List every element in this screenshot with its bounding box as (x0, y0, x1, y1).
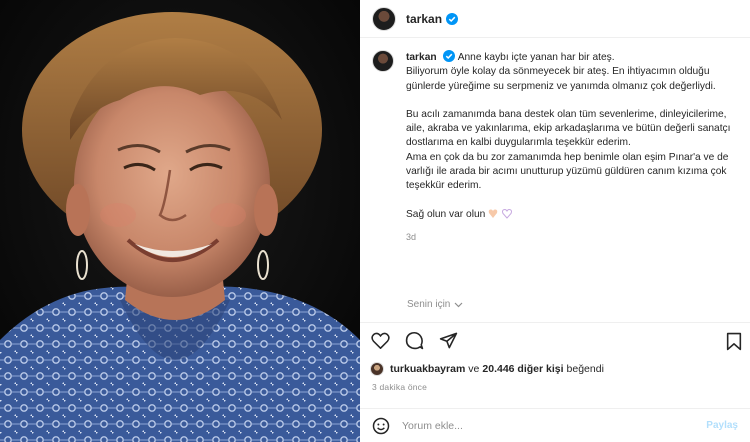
post-header: tarkan (360, 0, 750, 38)
comment-button[interactable] (404, 331, 424, 351)
caption-line-1: Anne kaybı içte yanan har bir ateş. (457, 52, 615, 63)
action-bar (360, 322, 750, 358)
liker-avatar[interactable] (370, 362, 384, 376)
comment-composer: Paylaş (360, 408, 750, 442)
save-button[interactable] (726, 332, 742, 356)
caption-paragraph-2: Bu acılı zamanımda bana destek olan tüm … (406, 108, 731, 149)
likes-others-count[interactable]: 20.446 diğer kişi (482, 363, 563, 375)
caption-paragraph-4: Sağ olun var olun (406, 208, 486, 220)
post-details-panel: tarkan tarkan Anne kaybı içte yanan har … (360, 0, 750, 442)
caption-timestamp: 3d (406, 231, 417, 242)
verified-badge-icon (446, 12, 459, 25)
translation-label: Senin için (407, 299, 451, 310)
caption-paragraph-1: Biliyorum öyle kolay da sönmeyecek bir a… (406, 66, 716, 92)
caption-text: tarkan Anne kaybı içte yanan har bir ate… (406, 50, 736, 244)
like-button[interactable] (370, 331, 390, 351)
likes-summary: turkuakbayram ve 20.446 diğer kişi beğen… (370, 362, 604, 376)
caption-paragraph-3: Ama en çok da bu zor zamanımda hep benim… (406, 151, 729, 192)
paper-plane-icon (439, 332, 457, 349)
author-username[interactable]: tarkan (406, 12, 442, 26)
comment-input[interactable] (402, 419, 702, 432)
post-comment-button[interactable]: Paylaş (706, 420, 738, 431)
emoji-hearts (488, 208, 516, 224)
post-photo[interactable] (0, 0, 360, 442)
post-timestamp: 3 dakika önce (372, 382, 428, 392)
share-button[interactable] (438, 331, 458, 351)
verified-badge-icon (443, 50, 456, 62)
chevron-down-icon (454, 302, 463, 307)
smiley-icon[interactable] (372, 417, 390, 435)
portrait-image (0, 0, 360, 442)
translation-toggle[interactable]: Senin için (407, 299, 463, 310)
caption-author-avatar[interactable] (372, 50, 394, 72)
heart-icon (370, 332, 390, 349)
comment-bubble-icon (405, 331, 423, 350)
author-avatar[interactable] (372, 6, 396, 31)
likes-connector: ve (468, 363, 480, 375)
liker-username[interactable]: turkuakbayram (390, 363, 465, 375)
caption-section: tarkan Anne kaybı içte yanan har bir ate… (360, 50, 750, 315)
caption-username[interactable]: tarkan (406, 52, 437, 63)
likes-suffix: beğendi (566, 363, 604, 375)
bookmark-icon (726, 332, 742, 351)
